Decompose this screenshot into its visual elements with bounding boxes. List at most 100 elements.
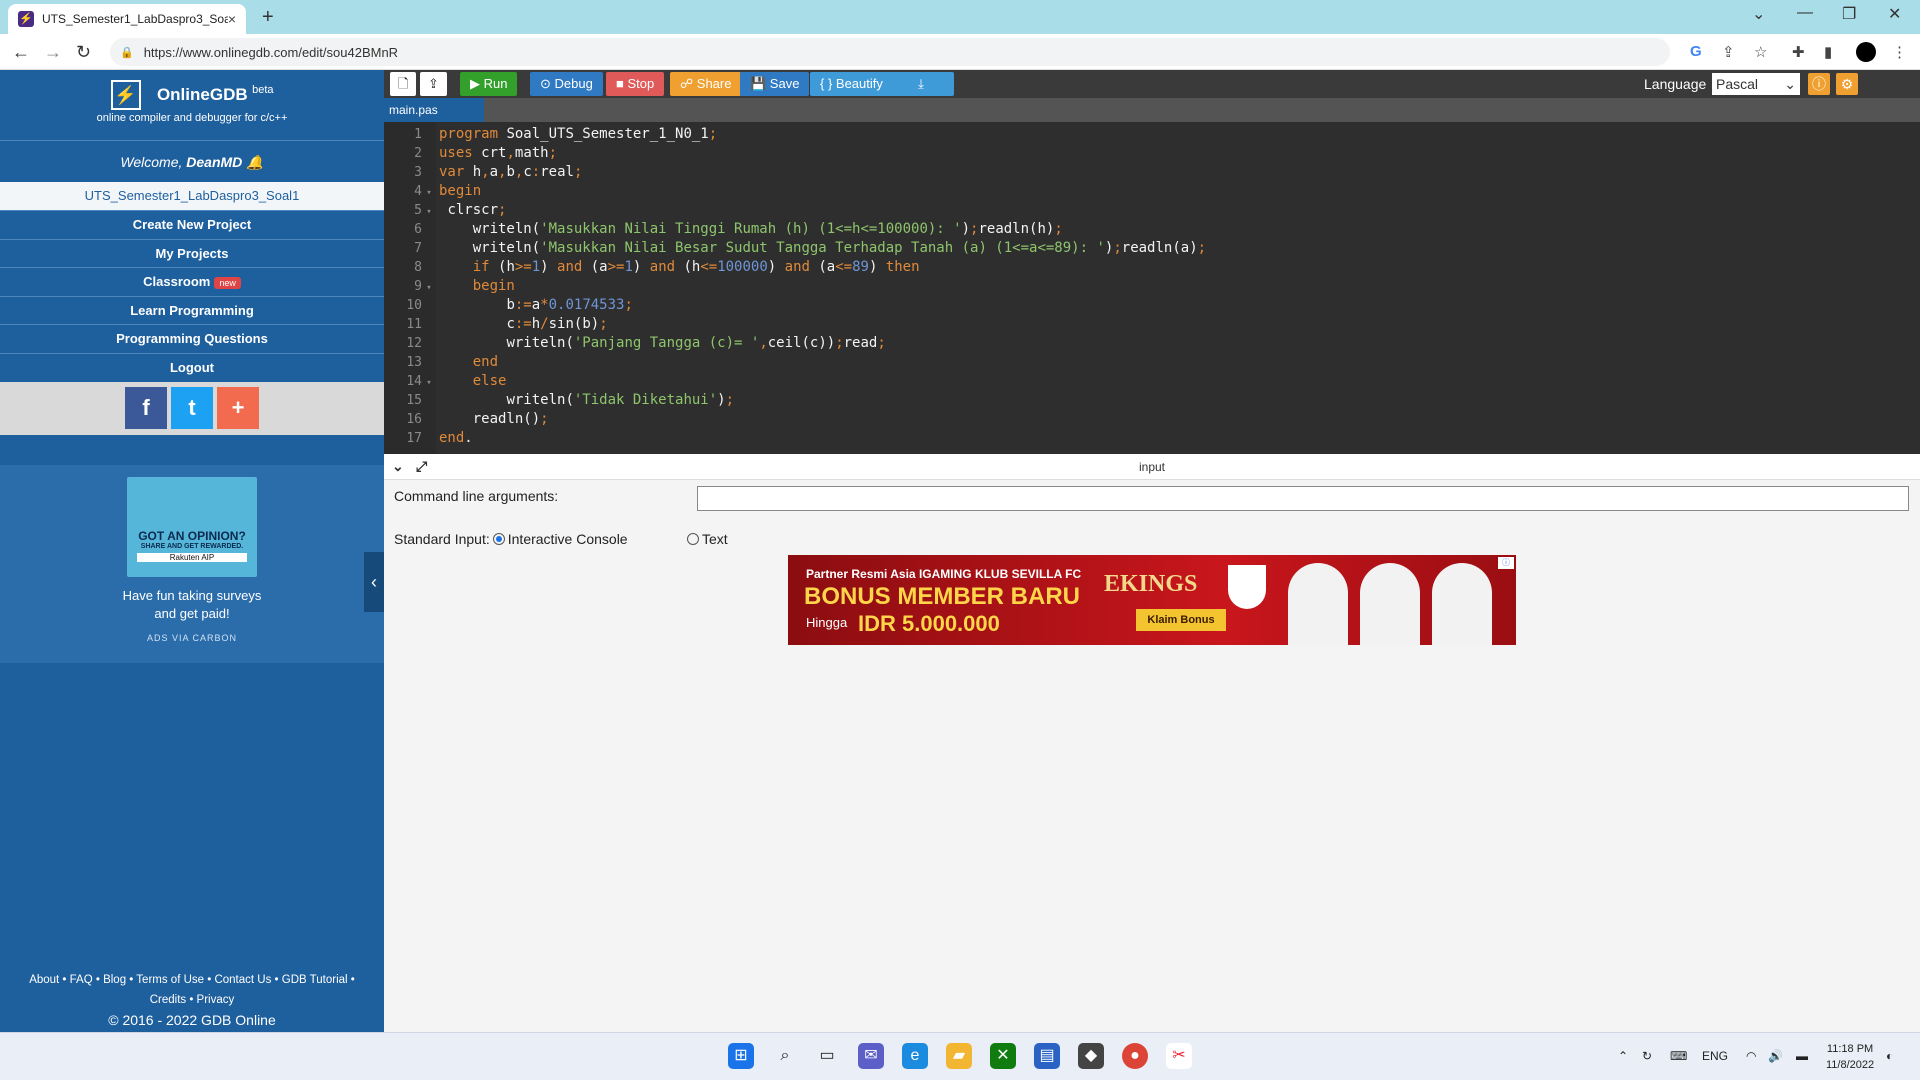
system-clock[interactable]: 11:18 PM 11/8/2022	[1826, 1041, 1874, 1073]
browser-tab[interactable]: ⚡ UTS_Semester1_LabDaspro3_Soa ×	[8, 4, 246, 34]
code-line[interactable]: 5 ▾ clrscr;	[384, 201, 506, 220]
footer-links-line2[interactable]: Credits • Privacy	[0, 990, 384, 1010]
minimize-button[interactable]: —	[1797, 4, 1813, 22]
stop-button[interactable]: ■ Stop	[606, 72, 665, 96]
ad-text[interactable]: Have fun taking surveys and get paid!	[0, 587, 384, 623]
code-line[interactable]: 12 writeln('Panjang Tangga (c)= ',ceil(c…	[384, 334, 885, 353]
code-line[interactable]: 11 c:=h/sin(b);	[384, 315, 607, 334]
interactive-console-radio[interactable]	[492, 533, 505, 545]
bookmark-star-icon[interactable]: ☆	[1754, 43, 1767, 61]
file-explorer-icon[interactable]: ▰	[946, 1043, 972, 1069]
new-tab-button[interactable]: +	[262, 6, 274, 29]
chat-icon[interactable]: ✉	[858, 1043, 884, 1069]
ad-image[interactable]: GOT AN OPINION? SHARE AND GET REWARDED. …	[127, 476, 257, 577]
adchoices-icon[interactable]: ⓘ	[1498, 557, 1514, 569]
upload-icon[interactable]: ⇪	[420, 72, 447, 96]
debug-button[interactable]: ⊙ Debug	[530, 72, 603, 96]
volume-icon[interactable]: 🔊	[1768, 1049, 1783, 1063]
ad-banner[interactable]: Partner Resmi Asia IGAMING KLUB SEVILLA …	[788, 555, 1516, 645]
maximize-button[interactable]: ❐	[1842, 4, 1856, 24]
code-line[interactable]: 17 end.	[384, 429, 472, 448]
current-project-name[interactable]: UTS_Semester1_LabDaspro3_Soal1	[0, 182, 384, 210]
search-icon[interactable]: ⌕	[772, 1043, 798, 1069]
line-number: 7	[414, 241, 422, 256]
claim-bonus-button[interactable]: Klaim Bonus	[1136, 609, 1226, 631]
code-line[interactable]: 9 ▾ begin	[384, 277, 515, 296]
code-line[interactable]: 2 uses crt,math;	[384, 144, 557, 163]
code-line[interactable]: 7 writeln('Masukkan Nilai Besar Sudut Ta…	[384, 239, 1206, 258]
tray-app-icon[interactable]: ↻	[1642, 1049, 1652, 1063]
cmd-args-input[interactable]	[697, 486, 1909, 511]
share-button[interactable]: ☍ Share	[670, 72, 742, 96]
browser-menu-icon[interactable]: ⋮	[1892, 43, 1907, 61]
info-icon[interactable]: ⓘ	[1808, 73, 1830, 95]
tab-close-icon[interactable]: ×	[228, 11, 236, 27]
start-icon[interactable]: ⊞	[728, 1043, 754, 1069]
language-indicator[interactable]: ENG	[1702, 1049, 1728, 1063]
code-line[interactable]: 6 writeln('Masukkan Nilai Tinggi Rumah (…	[384, 220, 1063, 239]
code-line[interactable]: 10 b:=a*0.0174533;	[384, 296, 633, 315]
wifi-icon[interactable]: ◠	[1746, 1049, 1756, 1063]
code-line[interactable]: 13 end	[384, 353, 498, 372]
carbon-ad[interactable]: GOT AN OPINION? SHARE AND GET REWARDED. …	[0, 464, 384, 663]
profile-avatar[interactable]	[1856, 42, 1876, 62]
task-view-icon[interactable]: ▭	[814, 1043, 840, 1069]
beautify-button[interactable]: { } Beautify	[810, 72, 893, 96]
download-button[interactable]: ⤓	[888, 72, 954, 96]
text-radio[interactable]	[687, 533, 699, 545]
tab-search-icon[interactable]: ⌄	[1752, 4, 1765, 24]
menu-logout[interactable]: Logout	[0, 352, 384, 382]
interactive-console-label[interactable]: Interactive Console	[508, 531, 628, 547]
save-button[interactable]: 💾 Save	[740, 72, 810, 96]
twitter-icon[interactable]: t	[171, 387, 213, 430]
footer-links-line1[interactable]: About • FAQ • Blog • Terms of Use • Cont…	[0, 970, 384, 990]
username[interactable]: DeanMD	[186, 154, 242, 170]
facebook-icon[interactable]: f	[125, 387, 167, 430]
bell-icon[interactable]: 🔔	[246, 154, 263, 170]
menu-learn-programming[interactable]: Learn Programming	[0, 295, 384, 325]
google-icon[interactable]: G	[1690, 43, 1702, 60]
forward-button[interactable]: →	[44, 42, 62, 63]
close-window-button[interactable]: ✕	[1888, 4, 1901, 24]
app-icon[interactable]: ◆	[1078, 1043, 1104, 1069]
brand-header[interactable]: ⚡ OnlineGDB beta online compiler and deb…	[0, 70, 384, 140]
text-radio-label[interactable]: Text	[702, 531, 728, 547]
notification-icon[interactable]: ◐	[1886, 1049, 1893, 1063]
ads-via-carbon[interactable]: ADS VIA CARBON	[0, 633, 384, 643]
new-file-icon[interactable]: 🗋	[390, 72, 417, 96]
url-bar[interactable]: 🔒 https://www.onlinegdb.com/edit/sou42BM…	[110, 38, 1670, 66]
store-icon[interactable]: ▤	[1034, 1043, 1060, 1069]
file-tab-main[interactable]: main.pas	[384, 98, 484, 122]
battery-icon[interactable]: ▬	[1796, 1049, 1808, 1063]
edge-icon[interactable]: e	[902, 1043, 928, 1069]
menu-classroom[interactable]: Classroom new	[0, 267, 384, 296]
back-button[interactable]: ←	[12, 42, 30, 63]
chevron-down-icon: ⌄	[1784, 76, 1796, 92]
language-select[interactable]: Pascal ⌄	[1712, 73, 1800, 95]
share-plus-icon[interactable]: +	[217, 387, 259, 430]
code-line[interactable]: 1 program Soal_UTS_Semester_1_N0_1;	[384, 125, 717, 144]
extensions-icon[interactable]: ✚	[1792, 43, 1805, 61]
tray-chevron-icon[interactable]: ⌃	[1618, 1049, 1628, 1063]
code-line[interactable]: 15 writeln('Tidak Diketahui');	[384, 391, 734, 410]
settings-gear-icon[interactable]: ⚙	[1836, 73, 1858, 95]
code-text: end.	[439, 429, 473, 448]
menu-create-new-project[interactable]: Create New Project	[0, 210, 384, 239]
menu-my-projects[interactable]: My Projects	[0, 238, 384, 268]
code-line[interactable]: 14 ▾ else	[384, 372, 506, 391]
code-editor[interactable]: 1 program Soal_UTS_Semester_1_N0_1; 2 uses …	[384, 122, 1920, 454]
code-line[interactable]: 3 var h,a,b,c:real;	[384, 163, 582, 182]
keyboard-icon[interactable]: ⌨	[1670, 1049, 1687, 1063]
xbox-icon[interactable]: ✕	[990, 1043, 1016, 1069]
snipping-tool-icon[interactable]: ✂	[1166, 1043, 1192, 1069]
side-panel-icon[interactable]: ▮	[1824, 43, 1832, 61]
code-line[interactable]: 16 readln();	[384, 410, 548, 429]
share-icon[interactable]: ⇪	[1722, 43, 1735, 61]
reload-button[interactable]: ↻	[76, 42, 91, 63]
code-line[interactable]: 4 ▾ begin	[384, 182, 481, 201]
code-line[interactable]: 8 if (h>=1) and (a>=1) and (h<=100000) a…	[384, 258, 919, 277]
menu-programming-questions[interactable]: Programming Questions	[0, 324, 384, 353]
chrome-icon[interactable]: ●	[1122, 1043, 1148, 1069]
run-button[interactable]: ▶ Run	[460, 72, 518, 96]
collapse-sidebar-button[interactable]: ‹	[364, 552, 384, 612]
